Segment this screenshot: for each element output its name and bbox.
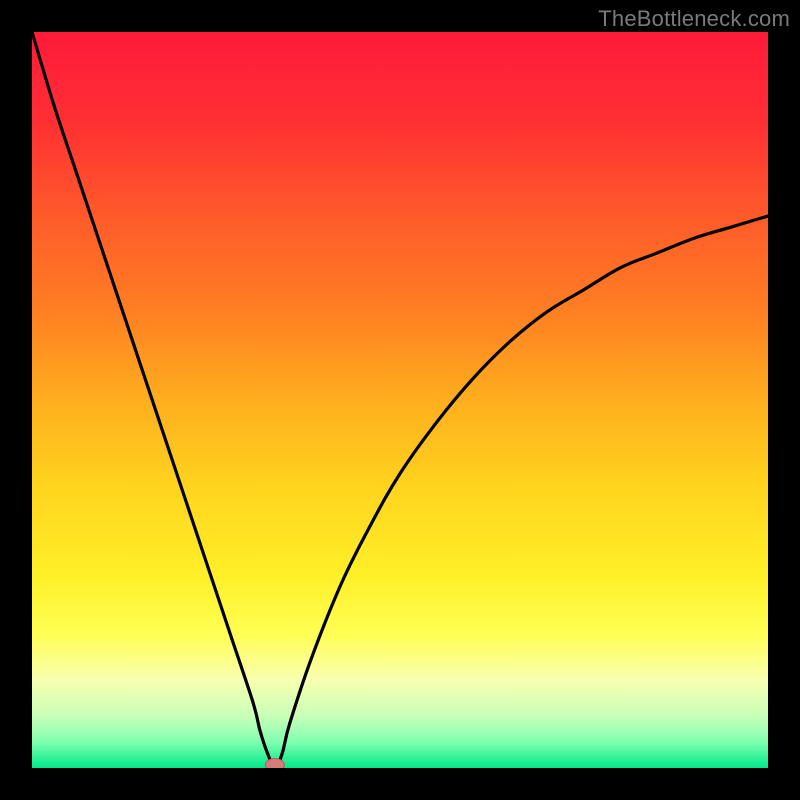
bottleneck-chart: [32, 32, 768, 768]
gradient-background: [32, 32, 768, 768]
chart-frame: [32, 32, 768, 768]
watermark-text: TheBottleneck.com: [598, 6, 790, 32]
optimal-point-marker: [265, 759, 284, 769]
